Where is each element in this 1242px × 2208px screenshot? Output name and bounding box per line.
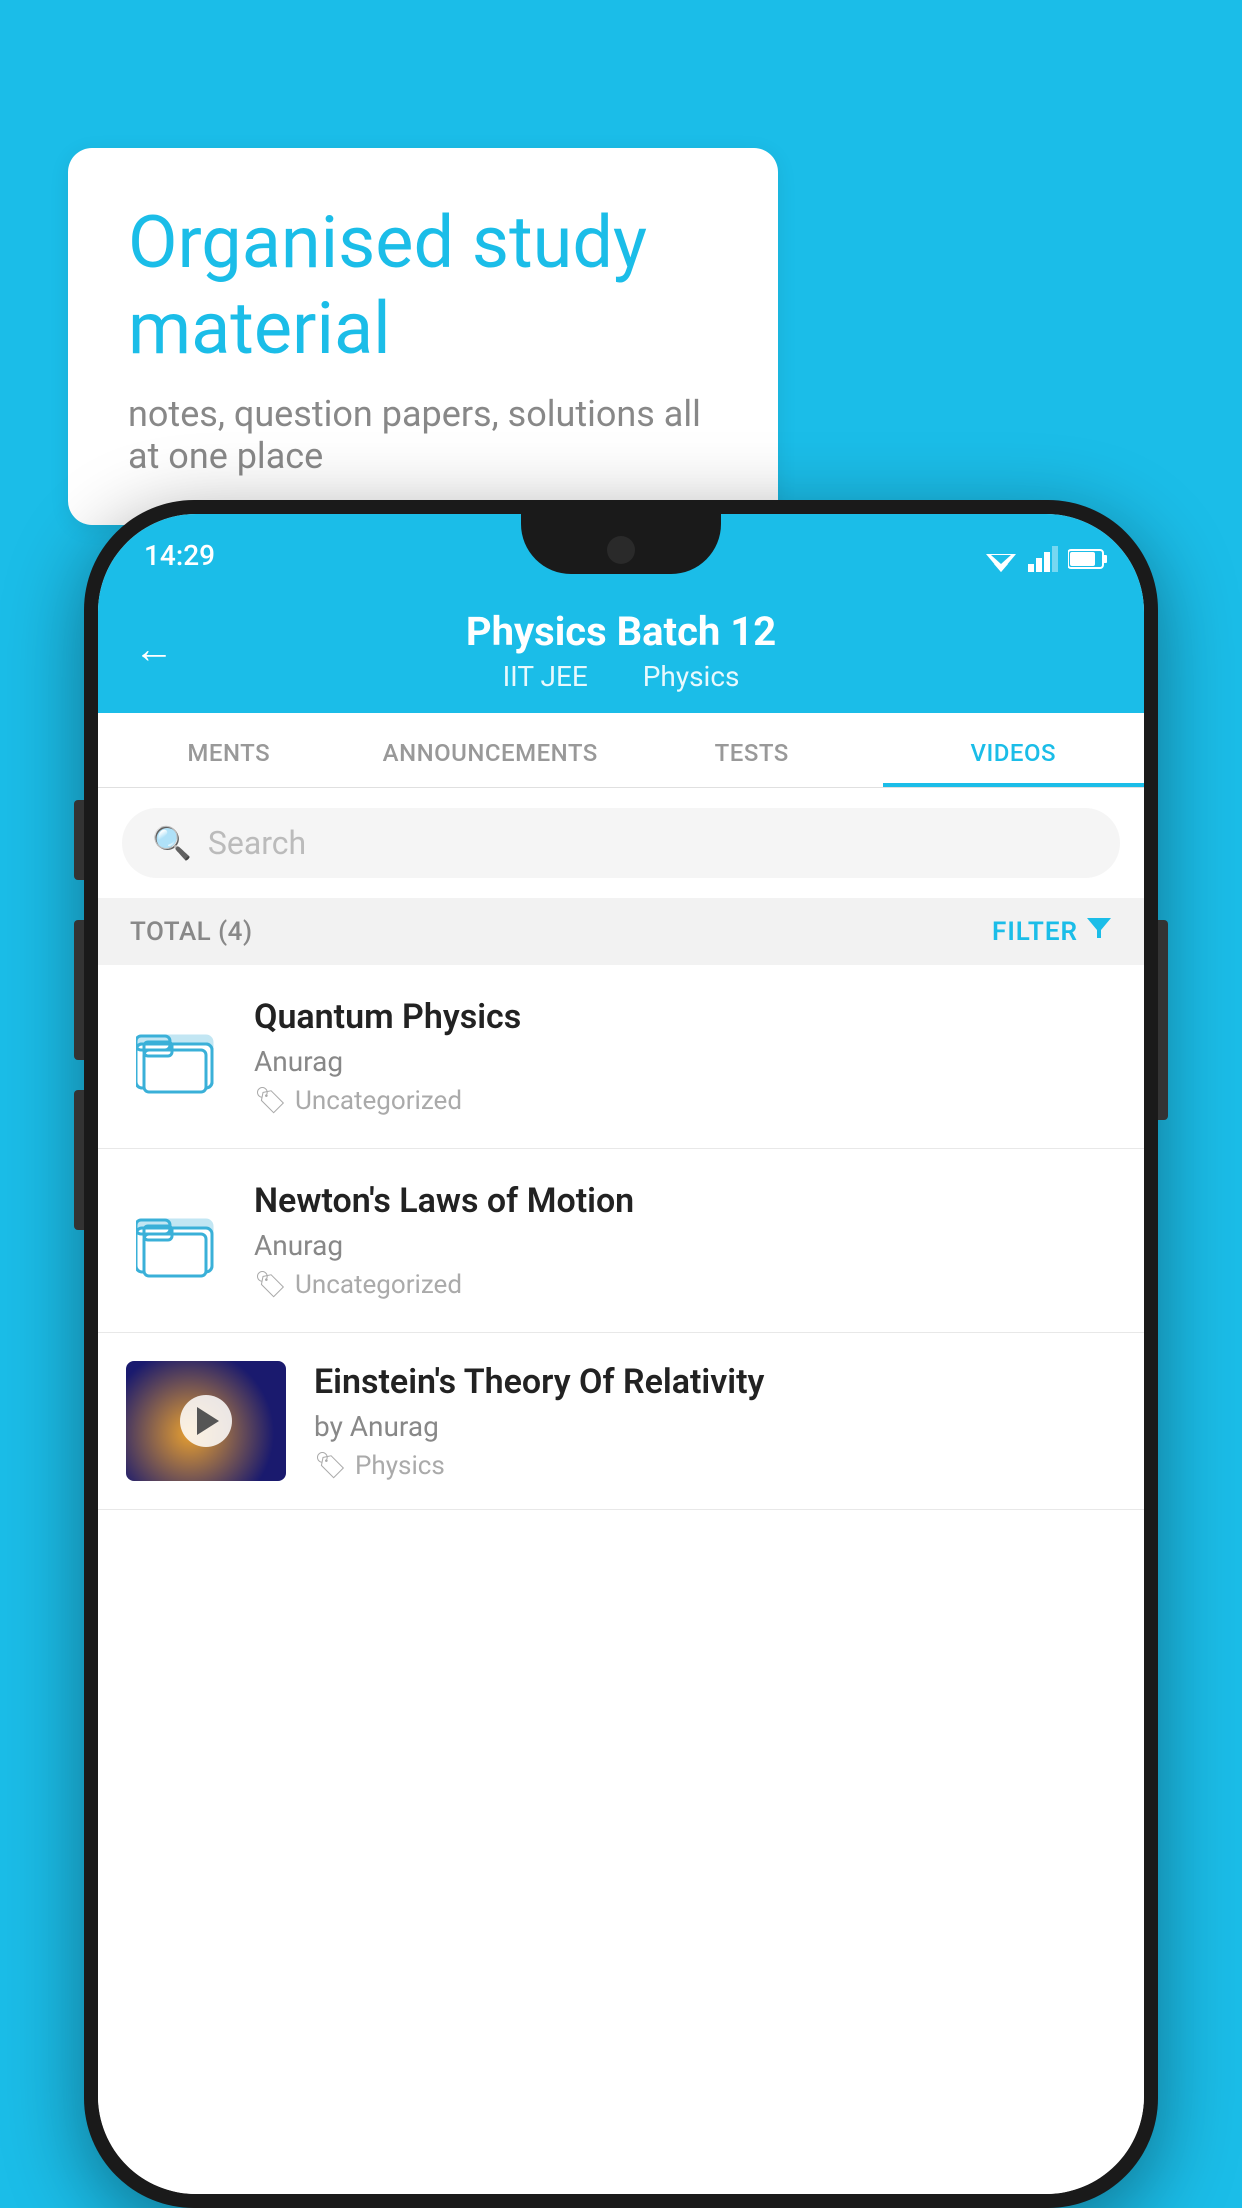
- tag-icon-1: 🏷: [254, 1086, 287, 1116]
- phone-button-left2: [74, 920, 84, 1060]
- folder-icon-1: [136, 1017, 216, 1097]
- tab-tests[interactable]: TESTS: [621, 713, 883, 787]
- status-icons: [984, 546, 1108, 572]
- phone-button-left3: [74, 1090, 84, 1230]
- total-count-label: TOTAL (4): [130, 917, 253, 947]
- signal-icon: [1028, 546, 1058, 572]
- tabs-bar: MENTS ANNOUNCEMENTS TESTS VIDEOS: [98, 713, 1144, 788]
- tag-label-1: Uncategorized: [295, 1086, 462, 1116]
- battery-icon: [1068, 548, 1108, 570]
- video-item-3[interactable]: Einstein's Theory Of Relativity by Anura…: [98, 1333, 1144, 1510]
- phone-mockup: 14:29: [84, 500, 1158, 2208]
- speech-bubble: Organised study material notes, question…: [68, 148, 778, 525]
- video-thumbnail-3: [126, 1361, 286, 1481]
- video-title-2: Newton's Laws of Motion: [254, 1181, 1116, 1221]
- video-tag-1: 🏷 Uncategorized: [254, 1086, 1116, 1116]
- speech-bubble-card: Organised study material notes, question…: [68, 148, 778, 525]
- bubble-title: Organised study material: [128, 200, 718, 373]
- header-title: Physics Batch 12: [134, 608, 1108, 656]
- folder-icon-wrap-2: [126, 1191, 226, 1291]
- video-author-1: Anurag: [254, 1045, 1116, 1078]
- phone-outer: 14:29: [84, 500, 1158, 2208]
- filter-label: FILTER: [992, 917, 1078, 947]
- search-icon: 🔍: [152, 824, 192, 862]
- filter-funnel-icon: [1086, 916, 1112, 947]
- phone-button-right: [1158, 920, 1168, 1120]
- video-title-1: Quantum Physics: [254, 997, 1116, 1037]
- header-subtitle-physics: Physics: [643, 660, 740, 693]
- funnel-svg: [1086, 916, 1112, 940]
- filter-button[interactable]: FILTER: [992, 916, 1112, 947]
- phone-button-left1: [74, 800, 84, 880]
- search-container: 🔍 Search: [98, 788, 1144, 898]
- filter-bar: TOTAL (4) FILTER: [98, 898, 1144, 965]
- video-title-3: Einstein's Theory Of Relativity: [314, 1362, 1116, 1402]
- header-subtitle: IIT JEE Physics: [134, 660, 1108, 693]
- app-content: ← Physics Batch 12 IIT JEE Physics MENTS…: [98, 584, 1144, 2194]
- status-time: 14:29: [134, 539, 215, 572]
- folder-icon-2: [136, 1201, 216, 1281]
- header-subtitle-iit: IIT JEE: [503, 660, 588, 693]
- play-button-3[interactable]: [180, 1395, 232, 1447]
- video-tag-3: 🏷 Physics: [314, 1451, 1116, 1481]
- video-author-2: Anurag: [254, 1229, 1116, 1262]
- video-info-3: Einstein's Theory Of Relativity by Anura…: [314, 1362, 1116, 1481]
- tag-label-3: Physics: [355, 1451, 445, 1481]
- back-button[interactable]: ←: [134, 625, 174, 672]
- folder-icon-wrap-1: [126, 1007, 226, 1107]
- tag-icon-2: 🏷: [254, 1270, 287, 1300]
- app-header: ← Physics Batch 12 IIT JEE Physics: [98, 584, 1144, 713]
- video-tag-2: 🏷 Uncategorized: [254, 1270, 1116, 1300]
- video-list: Quantum Physics Anurag 🏷 Uncategorized: [98, 965, 1144, 2194]
- tab-ments[interactable]: MENTS: [98, 713, 360, 787]
- search-placeholder: Search: [208, 824, 306, 862]
- video-info-1: Quantum Physics Anurag 🏷 Uncategorized: [254, 997, 1116, 1116]
- play-triangle-3: [197, 1407, 219, 1435]
- video-item[interactable]: Quantum Physics Anurag 🏷 Uncategorized: [98, 965, 1144, 1149]
- video-author-3: by Anurag: [314, 1410, 1116, 1443]
- video-info-2: Newton's Laws of Motion Anurag 🏷 Uncateg…: [254, 1181, 1116, 1300]
- tag-icon-3: 🏷: [314, 1451, 347, 1481]
- search-bar[interactable]: 🔍 Search: [122, 808, 1120, 878]
- bubble-subtitle: notes, question papers, solutions all at…: [128, 393, 718, 477]
- tag-label-2: Uncategorized: [295, 1270, 462, 1300]
- wifi-icon: [984, 546, 1018, 572]
- video-item-2[interactable]: Newton's Laws of Motion Anurag 🏷 Uncateg…: [98, 1149, 1144, 1333]
- tab-announcements[interactable]: ANNOUNCEMENTS: [360, 713, 622, 787]
- tab-videos[interactable]: VIDEOS: [883, 713, 1145, 787]
- camera-dot: [607, 536, 635, 564]
- phone-screen: 14:29: [98, 514, 1144, 2194]
- phone-notch: [521, 514, 721, 574]
